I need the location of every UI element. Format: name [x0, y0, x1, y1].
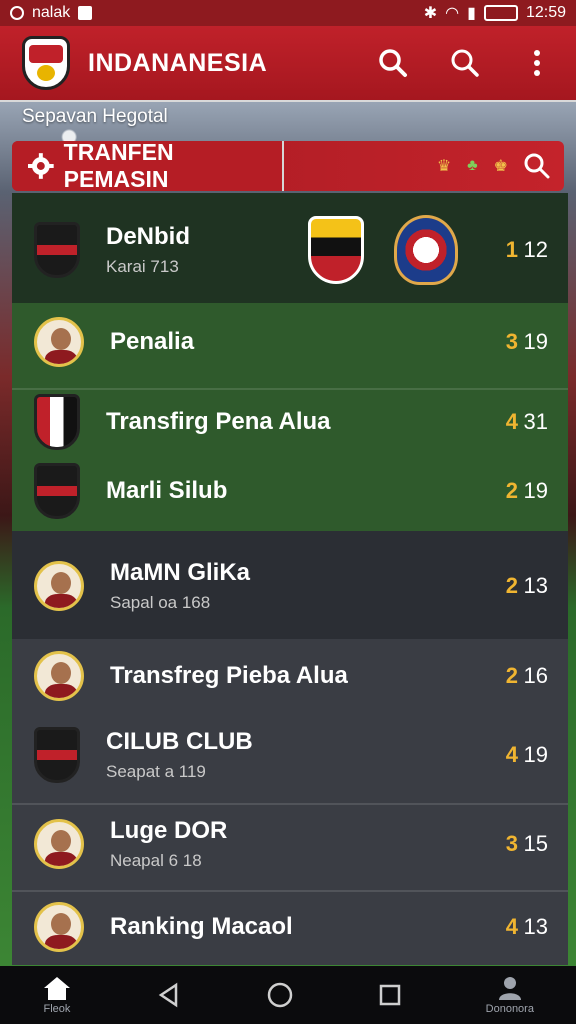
notification-icon — [10, 6, 24, 20]
player-avatar — [34, 561, 84, 611]
item-subtitle: Karai 713 — [106, 257, 179, 276]
nav-profile-label: Dononora — [485, 1003, 534, 1015]
item-score: 16 — [523, 663, 548, 688]
list-item[interactable]: Ranking Macaol 4 13 — [12, 897, 568, 957]
search-button-2[interactable] — [448, 46, 482, 80]
wifi-icon: ◠ — [445, 5, 460, 22]
item-rank: 1 — [505, 237, 518, 262]
battery-icon — [483, 5, 518, 21]
search-icon — [379, 49, 407, 77]
nav-back[interactable] — [156, 982, 182, 1008]
item-rank: 4 — [505, 914, 518, 939]
club-crest — [34, 463, 80, 519]
plant-icon[interactable]: ♣ — [467, 157, 478, 175]
club-crest — [34, 394, 80, 450]
list-item[interactable]: DeNbid Karai 713 1 12 — [12, 207, 568, 293]
nav-home[interactable]: Fleok — [42, 975, 72, 1015]
nav-profile[interactable]: Dononora — [486, 975, 534, 1015]
item-name: Luge DOR — [110, 817, 228, 844]
club-crest — [34, 727, 80, 783]
player-avatar — [34, 902, 84, 952]
row-divider — [12, 803, 568, 805]
list-item[interactable]: Transfirg Pena Alua 4 31 — [12, 393, 568, 451]
more-vertical-icon — [534, 50, 540, 76]
item-score: 13 — [523, 573, 548, 598]
section-header: TRANFEN PEMASIN ♛ ♣ ♚ — [12, 139, 564, 192]
app-title: INDANANESIA — [88, 48, 268, 77]
nav-home-circle[interactable] — [266, 981, 294, 1009]
item-name: Penalia — [110, 328, 195, 355]
trophy-icon[interactable]: ♛ — [437, 156, 451, 176]
item-name: Ranking Macaol — [110, 913, 293, 940]
recents-icon — [379, 984, 400, 1006]
match-logos — [308, 215, 458, 285]
list-item[interactable]: Transfreg Pieba Alua 2 16 — [12, 649, 568, 703]
gear-icon — [28, 153, 54, 179]
item-rank: 2 — [505, 478, 518, 503]
item-score: 31 — [523, 409, 548, 434]
ranking-list: DeNbid Karai 713 1 12 Penalia 3 19 Trans… — [12, 193, 568, 965]
player-avatar — [34, 317, 84, 367]
item-rank: 2 — [505, 573, 518, 598]
item-name: Transfirg Pena Alua — [106, 408, 331, 435]
home-club-crest — [308, 216, 364, 284]
signal-icon: ▮ — [467, 5, 476, 22]
nav-home-label: Fleok — [43, 1003, 71, 1015]
item-name: CILUB CLUB — [106, 728, 253, 755]
carrier-label: nalak — [32, 4, 71, 21]
item-subtitle: Neapal 6 18 — [110, 851, 202, 870]
search-icon — [451, 49, 479, 77]
item-rank: 3 — [505, 329, 518, 354]
club-crest — [34, 222, 80, 278]
away-club-crest — [394, 215, 458, 285]
section-title: TRANFEN PEMASIN — [63, 139, 174, 192]
crown-icon[interactable]: ♚ — [494, 156, 508, 176]
list-item[interactable]: Luge DOR Neapal 6 18 3 15 — [12, 811, 568, 877]
app-bar: INDANANESIA — [0, 26, 576, 102]
item-subtitle: Sapal oa 168 — [110, 593, 211, 612]
item-name: MaMN GliKa — [110, 559, 251, 586]
list-item[interactable]: Marli Silub 2 19 — [12, 463, 568, 519]
message-icon — [78, 6, 93, 20]
item-rank: 3 — [505, 831, 518, 856]
player-avatar — [34, 651, 84, 701]
clock-label: 12:59 — [525, 4, 566, 21]
item-score: 12 — [523, 237, 548, 262]
item-score: 19 — [523, 478, 548, 503]
circle-home-icon — [267, 982, 293, 1008]
player-avatar — [34, 819, 84, 869]
section-tab[interactable]: TRANFEN PEMASIN — [12, 139, 282, 192]
list-item[interactable]: CILUB CLUB Seapat a 119 4 19 — [12, 721, 568, 789]
nav-recents[interactable] — [378, 983, 402, 1007]
profile-icon — [498, 977, 521, 1000]
app-logo[interactable] — [22, 36, 70, 90]
bluetooth-icon: ✱ — [423, 5, 438, 22]
back-icon — [158, 982, 178, 1008]
item-subtitle: Seapat a 119 — [106, 762, 206, 781]
page-subtitle: Sepavan Hegotal — [22, 106, 168, 127]
item-rank: 4 — [505, 409, 518, 434]
item-name: Transfreg Pieba Alua — [110, 662, 348, 689]
search-button[interactable] — [376, 46, 410, 80]
row-divider — [12, 890, 568, 892]
list-item[interactable]: MaMN GliKa Sapal oa 168 2 13 — [12, 553, 568, 619]
item-score: 13 — [523, 914, 548, 939]
status-bar: nalak ✱ ◠ ▮ 12:59 — [0, 0, 576, 26]
home-icon — [43, 977, 70, 1000]
item-name: Marli Silub — [106, 477, 228, 504]
item-score: 19 — [523, 742, 548, 767]
item-name: DeNbid — [106, 223, 190, 250]
item-score: 19 — [523, 329, 548, 354]
item-rank: 4 — [505, 742, 518, 767]
item-score: 15 — [523, 831, 548, 856]
list-item[interactable]: Penalia 3 19 — [12, 311, 568, 373]
item-rank: 2 — [505, 663, 518, 688]
row-divider — [12, 388, 568, 390]
bottom-navigation: Fleok Dononora — [0, 966, 576, 1024]
more-options-button[interactable] — [520, 46, 554, 80]
search-icon[interactable] — [524, 153, 550, 179]
